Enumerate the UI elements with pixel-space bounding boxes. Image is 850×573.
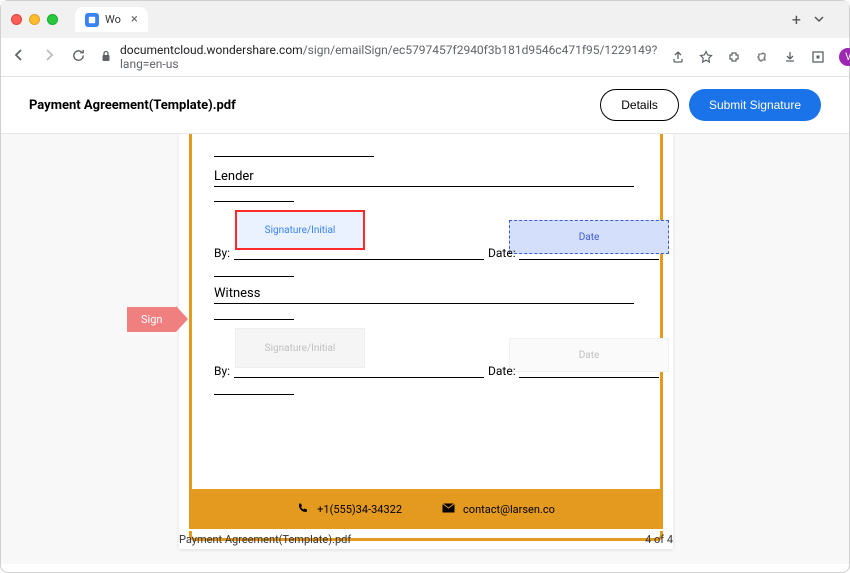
witness-by-line	[234, 377, 484, 378]
footer-email-text: contact@larsen.co	[463, 503, 555, 516]
witness-section-label: Witness	[214, 286, 634, 304]
tab-bar: Wo ×	[75, 7, 785, 32]
email-icon	[442, 503, 455, 516]
bottom-filename: Payment Agreement(Template).pdf	[179, 533, 351, 546]
signature-placeholder-text: Signature/Initial	[265, 225, 336, 236]
toolbar-icons: V	[671, 48, 850, 66]
document-footer-band: +1(555)34-34322 contact@larsen.co	[192, 489, 660, 529]
share-icon[interactable]	[671, 50, 685, 64]
bottom-info-bar: Payment Agreement(Template).pdf 4 of 4	[179, 533, 673, 546]
header-actions: Details Submit Signature	[600, 89, 821, 121]
witness-date-field[interactable]: Date	[509, 338, 669, 372]
witness-date-label: Date:	[488, 364, 516, 378]
window-maximize-button[interactable]	[47, 14, 58, 25]
footer-email: contact@larsen.co	[442, 503, 555, 516]
profile-avatar[interactable]: V	[839, 48, 850, 66]
url-domain: documentcloud.wondershare.com	[120, 43, 303, 57]
address-bar-row: documentcloud.wondershare.com/sign/email…	[1, 38, 849, 77]
lender-signature-field[interactable]: Signature/Initial	[235, 210, 365, 250]
lock-icon	[100, 50, 112, 65]
back-button[interactable]	[11, 47, 27, 67]
address-bar[interactable]: documentcloud.wondershare.com/sign/email…	[100, 43, 657, 71]
date-placeholder-text: Date	[579, 350, 600, 361]
document-viewport[interactable]: Sign Lender Signature/Initial Date By: D…	[1, 134, 849, 564]
footer-phone: +1(555)34-34322	[297, 502, 402, 517]
extensions-icon[interactable]	[727, 50, 741, 64]
browser-tab[interactable]: Wo ×	[75, 7, 148, 32]
sign-pointer-label: Sign	[127, 307, 176, 332]
footer-phone-text: +1(555)34-34322	[317, 503, 402, 516]
app-header: Payment Agreement(Template).pdf Details …	[1, 77, 849, 134]
forward-button[interactable]	[41, 47, 57, 67]
browser-chrome: Wo × + documentcloud.wondershare.com/sig…	[1, 1, 849, 77]
reload-button[interactable]	[71, 48, 86, 67]
lender-date-field[interactable]: Date	[509, 220, 669, 254]
divider-line	[214, 156, 374, 157]
chrome-actions: +	[792, 10, 839, 29]
sign-here-pointer[interactable]: Sign	[127, 306, 188, 332]
document-page: Lender Signature/Initial Date By: Date: …	[179, 134, 673, 549]
document-title: Payment Agreement(Template).pdf	[29, 98, 236, 113]
sign-pointer-arrow-icon	[176, 306, 188, 332]
short-divider	[214, 319, 294, 320]
lender-section-label: Lender	[214, 169, 634, 187]
lender-by-line	[234, 259, 484, 260]
window-controls: Wo × +	[1, 1, 849, 38]
star-icon[interactable]	[699, 50, 713, 64]
puzzle-icon[interactable]	[755, 50, 769, 64]
details-button[interactable]: Details	[600, 89, 679, 121]
witness-by-label: By:	[214, 364, 230, 378]
signature-placeholder-text: Signature/Initial	[265, 343, 336, 354]
witness-date-line	[519, 377, 659, 378]
tab-title: Wo	[105, 13, 121, 26]
window-close-button[interactable]	[11, 14, 22, 25]
download-icon[interactable]	[783, 50, 797, 64]
submit-signature-button[interactable]: Submit Signature	[689, 89, 821, 121]
lender-date-line	[519, 259, 659, 260]
tab-close-icon[interactable]: ×	[131, 12, 138, 27]
box-icon[interactable]	[811, 50, 825, 64]
window-minimize-button[interactable]	[29, 14, 40, 25]
witness-signature-field[interactable]: Signature/Initial	[235, 328, 365, 368]
new-tab-button[interactable]: +	[792, 10, 801, 29]
phone-icon	[297, 502, 309, 517]
tab-favicon-icon	[85, 13, 99, 27]
chevron-down-icon[interactable]	[813, 10, 825, 29]
short-divider	[214, 276, 294, 277]
short-divider	[214, 201, 294, 202]
page-indicator: 4 of 4	[645, 533, 673, 546]
lender-date-label: Date:	[488, 246, 516, 260]
short-divider	[214, 394, 294, 395]
lender-by-label: By:	[214, 246, 230, 260]
date-placeholder-text: Date	[579, 232, 600, 243]
